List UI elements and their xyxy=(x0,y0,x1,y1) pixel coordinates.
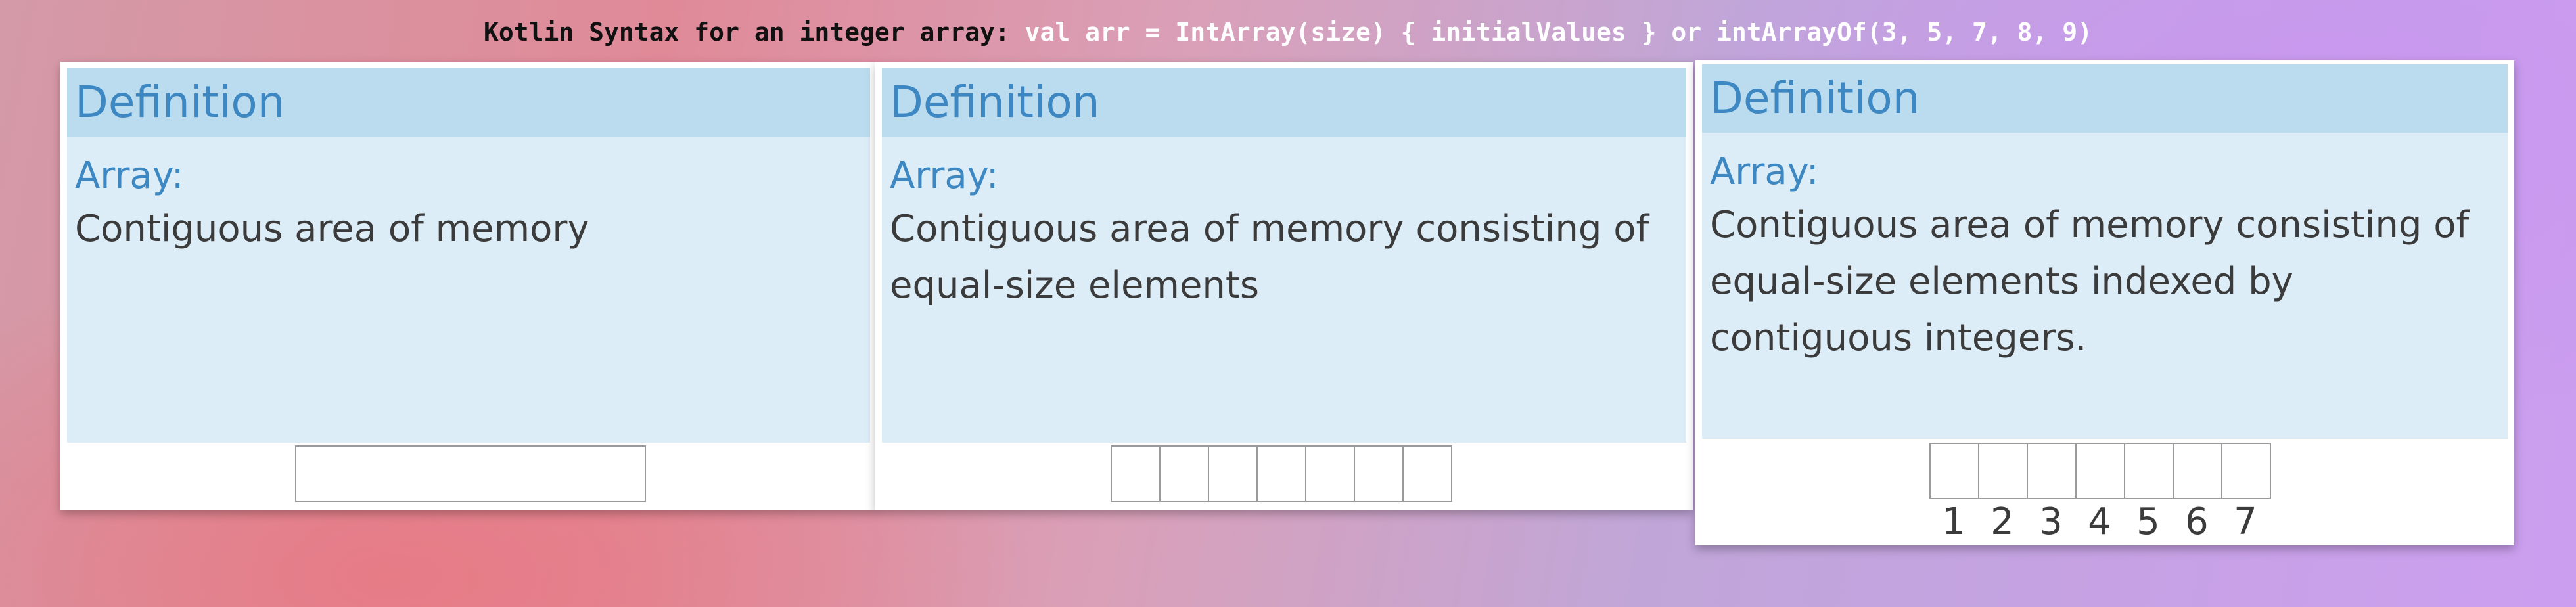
memory-cell xyxy=(1208,445,1258,502)
definition-heading: Definition xyxy=(1702,64,2508,133)
definition-block: Definition Array: Contiguous area of mem… xyxy=(67,68,870,443)
definition-heading: Definition xyxy=(882,68,1686,137)
cell-index: 7 xyxy=(2234,501,2257,543)
definition-block: Definition Array: Contiguous area of mem… xyxy=(882,68,1686,443)
page-title: Kotlin Syntax for an integer array: val … xyxy=(0,17,2576,47)
memory-cell xyxy=(2027,443,2077,499)
memory-cell xyxy=(2221,443,2271,499)
cell-index: 2 xyxy=(1990,501,2014,543)
memory-cell xyxy=(1159,445,1209,502)
memory-cell xyxy=(2075,443,2125,499)
definition-body: Array: Contiguous area of memory consist… xyxy=(882,137,1686,443)
term-description: Contiguous area of memory consisting of … xyxy=(890,208,1649,307)
memory-cell xyxy=(1402,445,1452,502)
term-label: Array: xyxy=(890,154,999,197)
definition-heading: Definition xyxy=(67,68,870,137)
memory-cell xyxy=(2173,443,2222,499)
memory-block xyxy=(295,445,646,502)
term-label: Array: xyxy=(75,154,184,197)
cell-index: 3 xyxy=(2039,501,2063,543)
cell-index: 6 xyxy=(2185,501,2209,543)
definition-block: Definition Array: Contiguous area of mem… xyxy=(1702,64,2508,439)
title-code: val arr = IntArray(size) { initialValues… xyxy=(1024,18,2092,47)
term-label: Array: xyxy=(1710,150,1819,193)
memory-cell xyxy=(2124,443,2174,499)
memory-cell xyxy=(1111,445,1161,502)
term-description: Contiguous area of memory consisting of … xyxy=(1710,204,2470,359)
index-row: 1 2 3 4 5 6 7 xyxy=(1929,501,2270,544)
term-description: Contiguous area of memory xyxy=(75,208,589,250)
memory-cell xyxy=(1256,445,1306,502)
slide-3: Definition Array: Contiguous area of mem… xyxy=(1695,60,2514,545)
cell-index: 4 xyxy=(2088,501,2111,543)
memory-cells xyxy=(1111,445,1452,502)
definition-body: Array: Contiguous area of memory xyxy=(67,137,870,443)
memory-cell xyxy=(1978,443,2028,499)
title-prefix: Kotlin Syntax for an integer array: xyxy=(484,18,1010,47)
memory-cell xyxy=(1354,445,1404,502)
slide-2: Definition Array: Contiguous area of mem… xyxy=(875,62,1693,510)
memory-cell xyxy=(1305,445,1355,502)
slide-1: Definition Array: Contiguous area of mem… xyxy=(60,62,877,510)
cell-index: 1 xyxy=(1942,501,1966,543)
cell-index: 5 xyxy=(2136,501,2160,543)
memory-cells xyxy=(1929,443,2271,499)
memory-cell xyxy=(1929,443,1979,499)
definition-body: Array: Contiguous area of memory consist… xyxy=(1702,133,2508,439)
